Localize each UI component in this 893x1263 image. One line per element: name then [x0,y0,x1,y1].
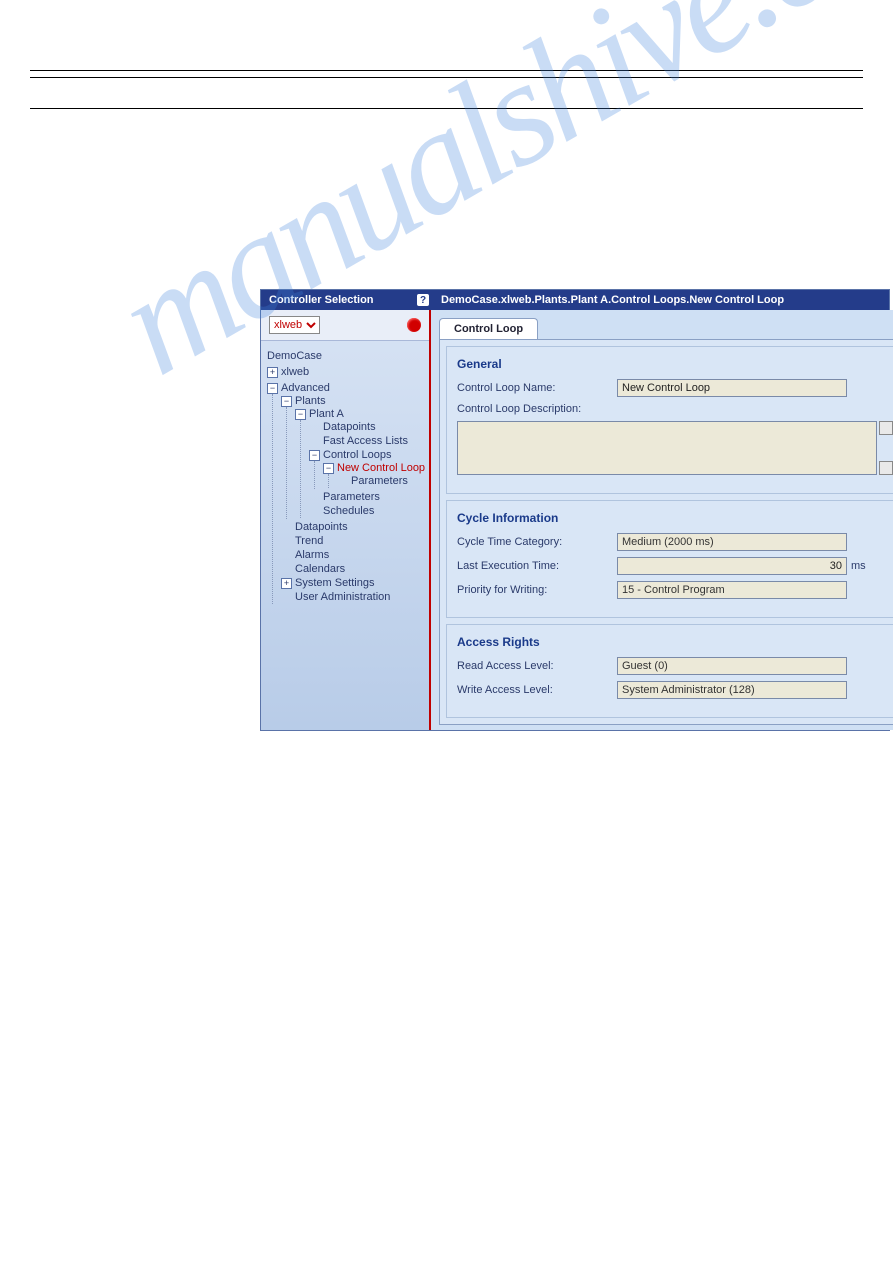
label-write-access: Write Access Level: [457,684,617,696]
controller-select-row: xlweb [261,310,429,341]
status-dot-icon [407,318,421,332]
tree-item-alarms[interactable]: Alarms [295,549,329,561]
tree-item-plants[interactable]: Plants [295,395,326,407]
app-window: Controller Selection ? DemoCase.xlweb.Pl… [260,289,890,731]
tree-item-trend[interactable]: Trend [295,535,323,547]
tree-item-system-settings[interactable]: System Settings [295,577,374,589]
section-cycle: Cycle Information Cycle Time Category: L… [446,500,893,618]
breadcrumb: DemoCase.xlweb.Plants.Plant A.Control Lo… [441,294,784,306]
tree-item-user-admin[interactable]: User Administration [295,591,390,603]
field-cycle-cat[interactable] [617,533,847,551]
tree-item-advanced[interactable]: Advanced [281,382,330,394]
tree-item-schedules[interactable]: Schedules [323,505,374,517]
section-general: General Control Loop Name: Control Loop … [446,346,893,494]
tree-item-cl-parameters[interactable]: Parameters [351,475,408,487]
label-cl-desc: Control Loop Description: [457,403,617,415]
content-area: Control Loop General Control Loop Name: … [431,310,893,730]
tree-toggle-advanced[interactable]: − [267,383,278,394]
section-access: Access Rights Read Access Level: Write A… [446,624,893,718]
tree-toggle-xlweb[interactable]: + [267,367,278,378]
tree-toggle-system-settings[interactable]: + [281,578,292,589]
label-cl-name: Control Loop Name: [457,382,617,394]
tree-root[interactable]: DemoCase [267,350,322,362]
label-last-exec: Last Execution Time: [457,560,617,572]
sidebar: xlweb DemoCase +xlweb −Advanced [261,310,431,730]
divider-bot [30,108,863,109]
panel: General Control Loop Name: Control Loop … [439,339,893,725]
navigation-tree: DemoCase +xlweb −Advanced −Plants [261,341,429,615]
divider-mid [30,77,863,78]
tree-item-control-loops[interactable]: Control Loops [323,449,392,461]
tree-toggle-new-control-loop[interactable]: − [323,463,334,474]
textarea-cl-desc[interactable] [457,421,877,475]
tree-toggle-control-loops[interactable]: − [309,450,320,461]
tree-toggle-plants[interactable]: − [281,396,292,407]
field-priority[interactable] [617,581,847,599]
section-general-title: General [457,357,893,371]
field-read-access[interactable] [617,657,847,675]
divider-top [30,70,863,71]
label-cycle-cat: Cycle Time Category: [457,536,617,548]
field-last-exec [617,557,847,575]
tree-item-datapoints-a[interactable]: Datapoints [323,421,376,433]
tab-row: Control Loop [431,310,893,339]
scrollbar [879,421,893,475]
tree-item-xlweb[interactable]: xlweb [281,366,309,378]
tree-item-new-control-loop[interactable]: New Control Loop [337,462,425,474]
titlebar-left-label: Controller Selection [269,294,374,306]
section-access-title: Access Rights [457,635,893,649]
tree-toggle-plant-a[interactable]: − [295,409,306,420]
tree-item-datapoints[interactable]: Datapoints [295,521,348,533]
scroll-down-icon[interactable] [879,461,893,475]
tree-item-calendars[interactable]: Calendars [295,563,345,575]
titlebar: Controller Selection ? DemoCase.xlweb.Pl… [261,290,889,310]
field-write-access[interactable] [617,681,847,699]
label-ms-unit: ms [851,560,866,572]
tree-item-fast-access[interactable]: Fast Access Lists [323,435,408,447]
section-cycle-title: Cycle Information [457,511,893,525]
input-cl-name[interactable] [617,379,847,397]
controller-dropdown[interactable]: xlweb [269,316,320,334]
tree-item-plant-a[interactable]: Plant A [309,408,344,420]
tab-control-loop[interactable]: Control Loop [439,318,538,339]
help-icon[interactable]: ? [417,294,429,306]
tree-item-parameters[interactable]: Parameters [323,491,380,503]
label-read-access: Read Access Level: [457,660,617,672]
label-priority: Priority for Writing: [457,584,617,596]
scroll-up-icon[interactable] [879,421,893,435]
